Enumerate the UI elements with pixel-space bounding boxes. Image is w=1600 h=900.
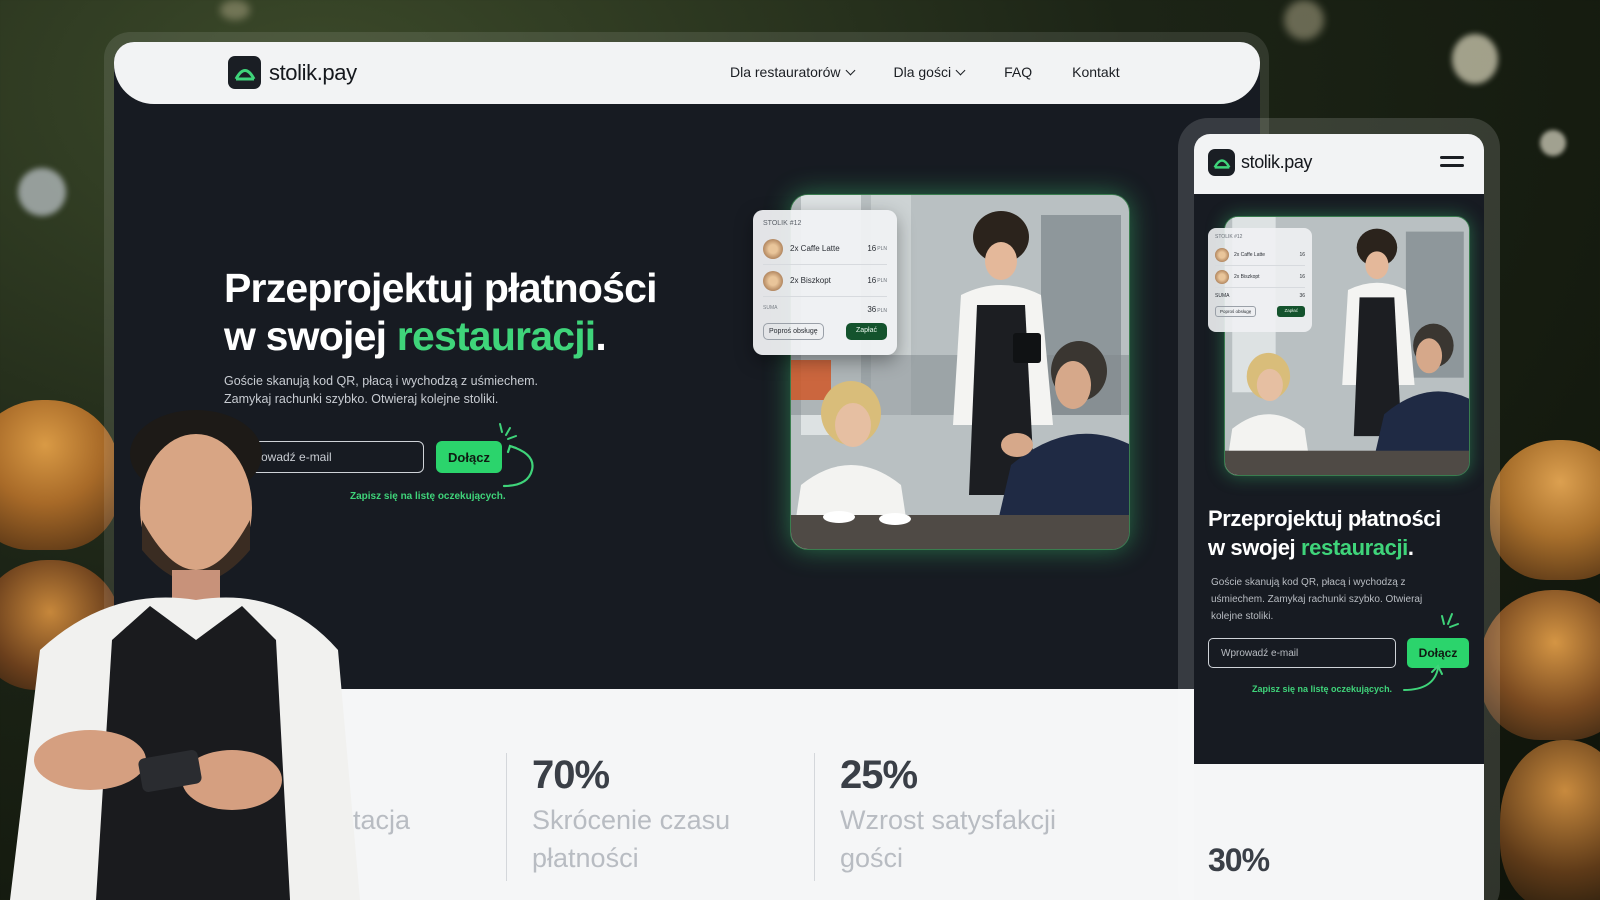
order-item-currency: PLN: [877, 245, 887, 252]
stat-label-line2: gości: [840, 843, 904, 873]
mobile-title-line2-prefix: w swojej: [1208, 535, 1301, 560]
nav-links: Dla restauratorów Dla gości FAQ Kontakt: [730, 64, 1120, 80]
hero-title: Przeprojektuj płatności w swojej restaur…: [224, 264, 658, 360]
order-total: SUMA 36PLN: [763, 297, 887, 319]
order-item-price: 16: [1299, 251, 1305, 258]
stat-label-line2: płatności: [532, 843, 639, 873]
order-item-price: 16: [867, 244, 877, 253]
hero-title-line1: Przeprojektuj płatności: [224, 265, 658, 311]
nav-item-label: Dla gości: [893, 64, 952, 80]
waitlist-form: Dołącz: [224, 441, 502, 473]
email-input[interactable]: [224, 441, 424, 473]
brand-logo[interactable]: stolik.pay: [228, 56, 357, 89]
nav-item-label: Kontakt: [1072, 64, 1120, 80]
join-button[interactable]: Dołącz: [436, 441, 502, 473]
coffee-icon: [763, 238, 783, 259]
cake-icon: [763, 270, 783, 291]
top-navigation: stolik.pay Dla restauratorów Dla gości F…: [114, 42, 1260, 104]
mobile-navigation: stolik.pay: [1194, 134, 1484, 194]
stat-label-line1: Skrócenie czasu: [532, 805, 731, 835]
order-summary-card: STOLIK #12 2x Caffe Latte 16 PLN 2x Biszk…: [753, 210, 897, 355]
order-actions: Poproś obsługę Zapłać: [763, 323, 887, 340]
mobile-page: stolik.pay STOLIK #12 2x Caffe Latte 16: [1194, 134, 1484, 900]
desktop-page: stolik.pay Dla restauratorów Dla gości F…: [114, 42, 1260, 900]
stat-label: Skrócenie czasu płatności: [532, 801, 730, 877]
mobile-title-line1: Przeprojektuj płatności: [1208, 506, 1441, 531]
order-item-name: 2x Caffe Latte: [790, 244, 840, 253]
order-item: 2x Caffe Latte 16: [1215, 244, 1305, 266]
stat-divider: [506, 753, 507, 881]
nav-item-guests[interactable]: Dla gości: [893, 64, 966, 80]
brand-name: stolik.pay: [269, 59, 357, 85]
stat-value: 25%: [840, 753, 918, 797]
call-service-button[interactable]: Poproś obsługę: [1215, 306, 1257, 317]
order-total-currency: PLN: [877, 308, 887, 314]
pay-button[interactable]: Zapłać: [845, 323, 887, 340]
order-total-label: SUMA: [1215, 293, 1230, 299]
arrow-doodle-icon: [499, 423, 534, 488]
table-number: STOLIK #12: [1215, 234, 1243, 240]
nav-item-contact[interactable]: Kontakt: [1072, 64, 1119, 80]
order-actions: Poproś obsługę Zapłać: [1215, 306, 1305, 317]
stat-divider: [814, 753, 815, 881]
pay-button[interactable]: Zapłać: [1277, 306, 1305, 317]
order-total-label: SUMA: [763, 305, 778, 311]
order-total-value: 36: [1299, 293, 1305, 299]
coffee-icon: [1215, 247, 1229, 262]
mobile-title-suffix: .: [1407, 535, 1414, 560]
mobile-order-card: STOLIK #12 2x Caffe Latte 16 2x Biszkopt…: [1208, 228, 1312, 332]
hamburger-menu-icon[interactable]: [1440, 156, 1464, 170]
cake-icon: [1215, 269, 1229, 284]
order-item-name: 2x Caffe Latte: [1234, 251, 1266, 258]
chevron-down-icon: [955, 65, 966, 75]
hero-subtitle-line1: Goście skanują kod QR, płacą i wychodzą …: [224, 374, 539, 388]
mobile-email-input[interactable]: [1208, 638, 1396, 668]
mobile-brand-name: stolik.pay: [1241, 152, 1313, 172]
order-total: SUMA 36: [1215, 288, 1305, 304]
hero-subtitle: Goście skanują kod QR, płacą i wychodzą …: [224, 372, 584, 408]
arrow-doodle-icon: [1403, 613, 1459, 691]
nav-item-label: Dla restauratorów: [730, 64, 841, 80]
mobile-title-accent: restauracji: [1300, 535, 1408, 560]
order-item-price: 16: [1299, 273, 1305, 280]
stats-section: rotacja 70% Skrócenie czasu płatności 25…: [114, 689, 1260, 900]
stat-label-line1: Wzrost satysfakcji: [840, 805, 1057, 835]
nav-item-restaurants[interactable]: Dla restauratorów: [730, 64, 855, 80]
hero-title-accent: restauracji: [396, 313, 596, 359]
chevron-down-icon: [845, 65, 855, 75]
nav-item-faq[interactable]: FAQ: [1004, 64, 1032, 80]
hero-title-line2-prefix: w swojej: [224, 313, 397, 359]
order-item-name: 2x Biszkopt: [1234, 273, 1260, 280]
stat-label: Wzrost satysfakcji gości: [840, 801, 1056, 877]
call-service-button[interactable]: Poproś obsługę: [763, 323, 824, 340]
nav-item-label: FAQ: [1004, 64, 1033, 80]
mobile-waitlist-note: Zapisz się na listę oczekujących.: [1252, 684, 1393, 694]
order-item: 2x Biszkopt 16 PLN: [763, 265, 887, 297]
waitlist-note: Zapisz się na listę oczekujących.: [350, 491, 506, 502]
order-total-value: 36: [867, 305, 877, 314]
logo-icon: [1208, 149, 1235, 176]
mobile-hero-title: Przeprojektuj płatności w swojej restaur…: [1208, 504, 1441, 562]
mobile-stat-value: 30%: [1208, 842, 1270, 878]
mobile-brand-logo[interactable]: stolik.pay: [1208, 149, 1312, 176]
stat-label: rotacja: [329, 805, 411, 835]
mobile-stats-section: 30%: [1194, 764, 1484, 900]
order-item-currency: PLN: [877, 277, 887, 284]
table-number: STOLIK #12: [763, 220, 802, 227]
order-item: 2x Biszkopt 16: [1215, 266, 1305, 288]
order-item-price: 16: [867, 276, 877, 285]
stat-value: 70%: [532, 753, 610, 797]
order-item: 2x Caffe Latte 16 PLN: [763, 233, 887, 265]
logo-icon: [228, 56, 261, 89]
order-item-name: 2x Biszkopt: [790, 276, 831, 285]
hero-subtitle-line2: Zamykaj rachunki szybko. Otwieraj kolejn…: [224, 392, 499, 406]
hero-title-suffix: .: [595, 313, 606, 359]
